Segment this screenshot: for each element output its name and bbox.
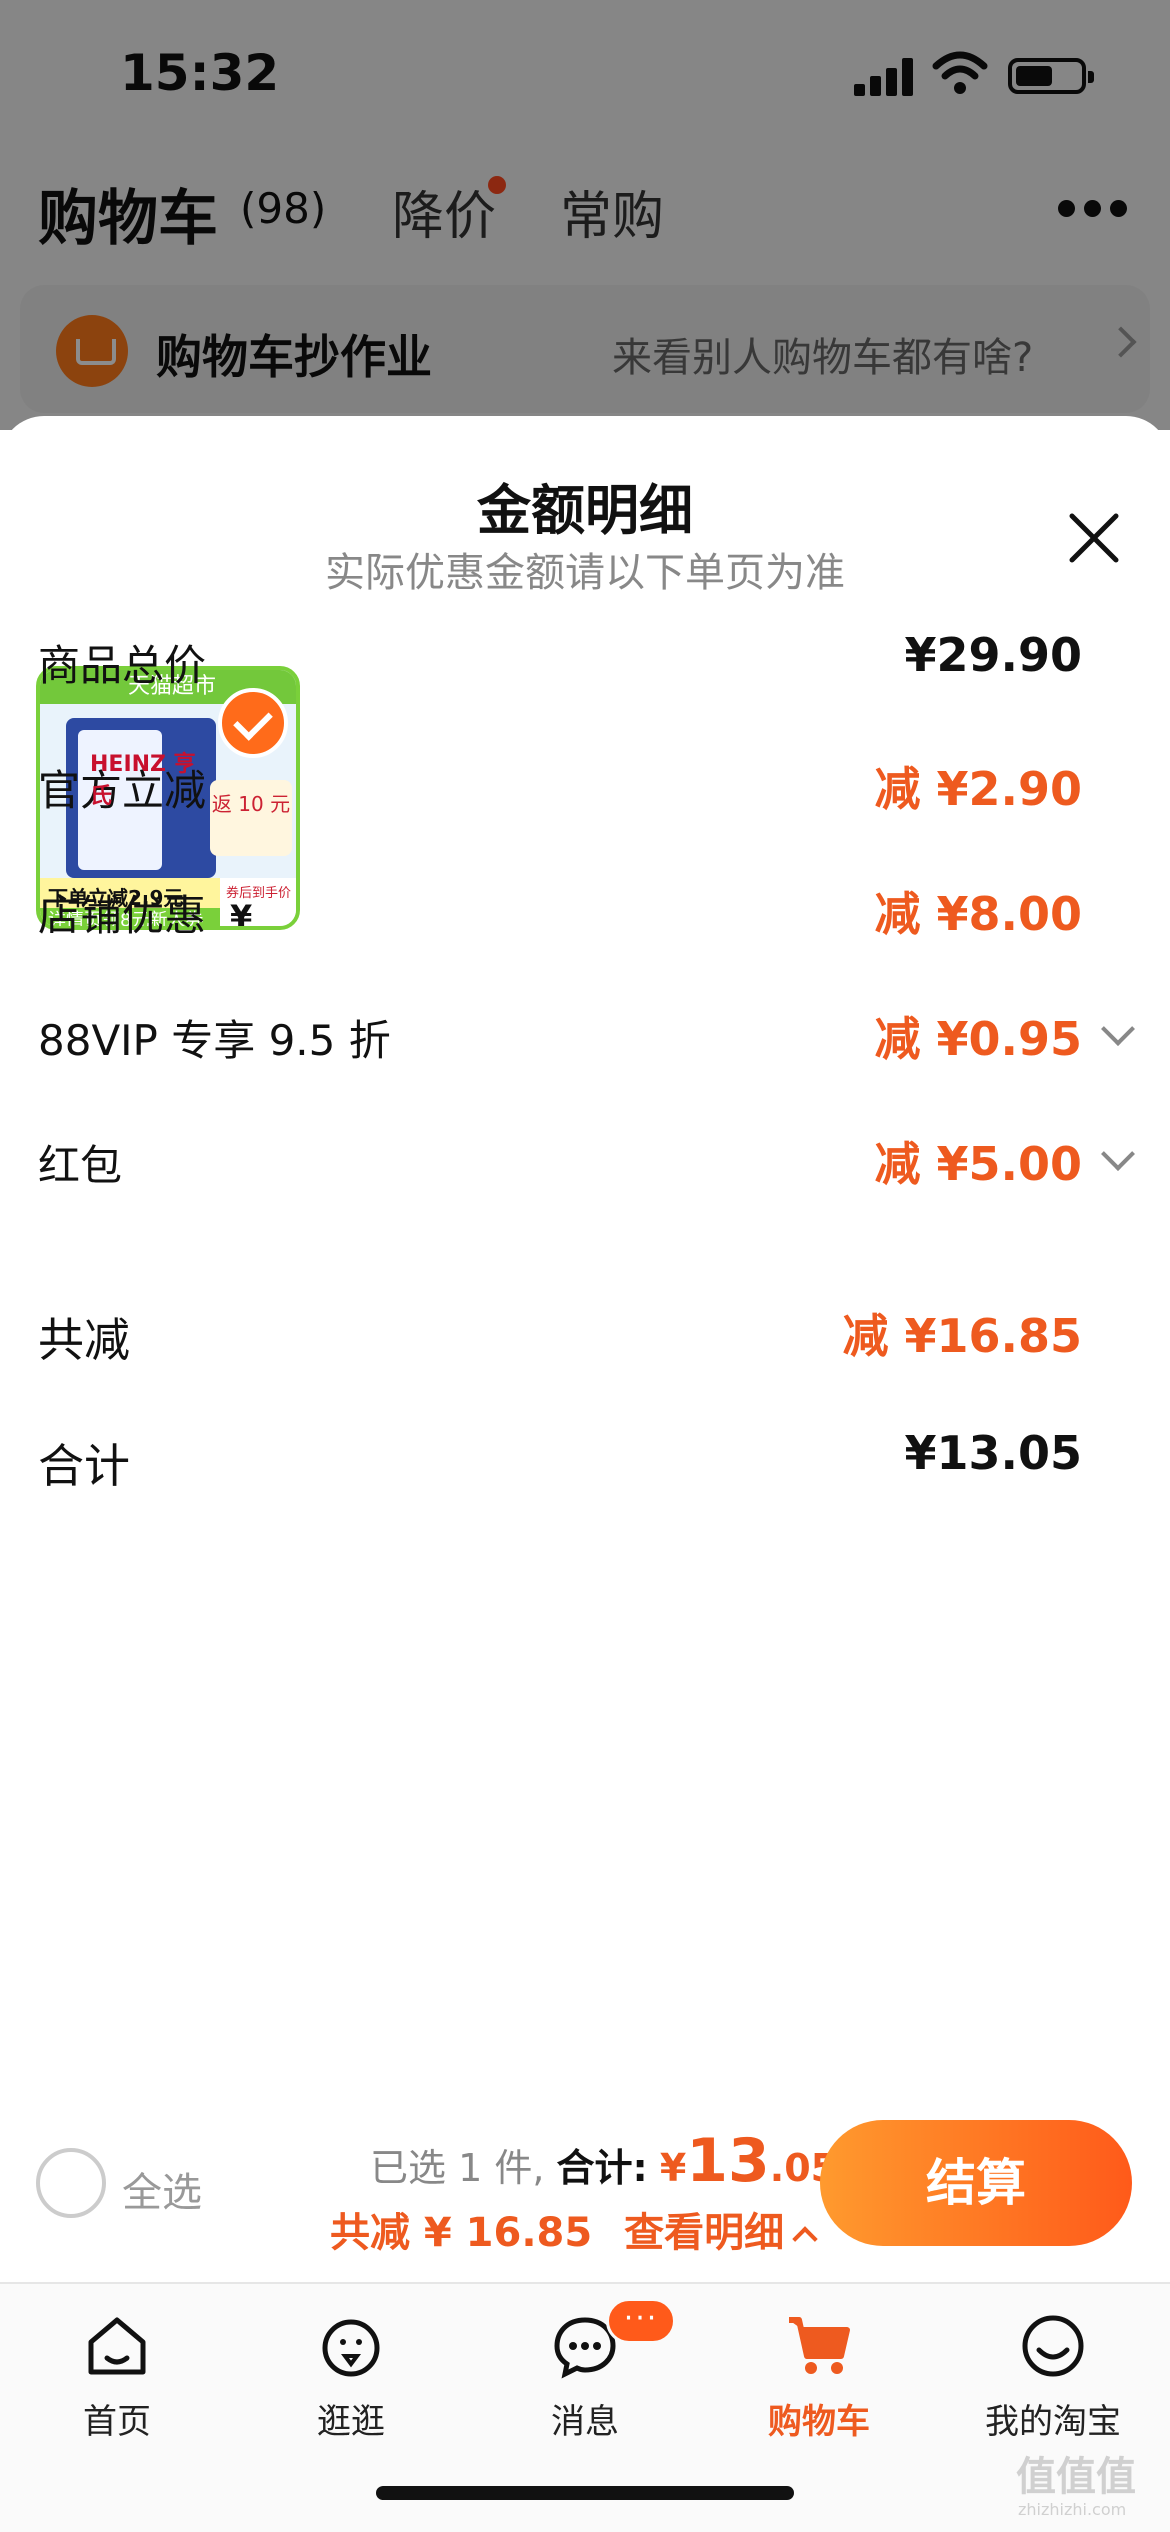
fee-value: ¥13.05 <box>904 1426 1082 1480</box>
watermark: 值值值 zhizhizhi.com <box>1016 2444 1166 2524</box>
sheet-title: 金额明细 <box>477 479 693 542</box>
chevron-up-icon <box>792 2226 818 2252</box>
tab-home-label: 首页 <box>83 2402 151 2442</box>
tab-cart[interactable]: 购物车 <box>702 2298 936 2458</box>
savings-summary[interactable]: 共减 ¥ 16.85 查看明细 <box>330 2200 818 2258</box>
watermark-text: zhizhizhi.com <box>1018 2500 1127 2519</box>
modal-backdrop[interactable] <box>0 0 1170 430</box>
view-detail-link[interactable]: 查看明细 <box>624 2210 784 2256</box>
tab-my-taobao[interactable]: 我的淘宝 <box>936 2298 1170 2458</box>
fee-label: 商品总价 <box>38 641 207 690</box>
home-indicator <box>376 2486 794 2500</box>
fee-value: 减 ¥16.85 <box>842 1309 1082 1363</box>
fee-value: 减 ¥8.00 <box>874 887 1082 941</box>
tab-messages-label: 消息 <box>551 2402 619 2442</box>
profile-icon <box>1022 2315 1084 2377</box>
total-integer: 13 <box>686 2126 770 2196</box>
fee-label: 红包 <box>38 1141 123 1190</box>
savings-text: 共减 ¥ 16.85 <box>330 2210 593 2256</box>
fee-value: 减 ¥0.95 <box>874 1012 1082 1066</box>
fee-value: 减 ¥2.90 <box>874 762 1082 816</box>
browse-icon <box>322 2319 380 2377</box>
fee-row: 共减 减 ¥16.85 <box>38 1292 1138 1372</box>
fee-value: 减 ¥5.00 <box>874 1137 1082 1191</box>
fee-row: 商品总价 ¥29.90 <box>38 620 1138 700</box>
fee-row: 店铺优惠 减 ¥8.00 <box>38 870 1138 950</box>
fee-label: 合计 <box>38 1439 130 1493</box>
fee-row[interactable]: 红包 减 ¥5.00 <box>38 1120 1138 1200</box>
tab-my-taobao-label: 我的淘宝 <box>985 2402 1121 2442</box>
fee-label: 共减 <box>38 1313 130 1367</box>
selected-count-text: 已选 1 件, <box>370 2146 545 2190</box>
cart-icon <box>789 2317 850 2374</box>
fee-value: ¥29.90 <box>904 628 1082 682</box>
watermark-glyph: 值值值 <box>1016 2454 1136 2500</box>
total-label: 合计: <box>556 2146 648 2190</box>
tab-browse-label: 逛逛 <box>317 2402 385 2442</box>
total-currency: ¥ <box>659 2146 687 2190</box>
fee-label: 店铺优惠 <box>38 891 207 940</box>
select-all-label[interactable]: 全选 <box>122 2160 202 2218</box>
fee-row[interactable]: 88VIP 专享 9.5 折 减 ¥0.95 <box>38 995 1138 1075</box>
tab-browse[interactable]: 逛逛 <box>234 2298 468 2458</box>
fee-row: 合计 ¥13.05 <box>38 1418 1138 1498</box>
message-badge: ··· <box>606 2298 676 2344</box>
select-all-radio[interactable] <box>36 2148 106 2218</box>
tab-home[interactable]: 首页 <box>0 2298 234 2458</box>
home-icon <box>88 2317 146 2375</box>
tab-cart-label: 购物车 <box>768 2402 870 2442</box>
fee-label: 88VIP 专享 9.5 折 <box>38 1016 391 1065</box>
selection-summary: 已选 1 件, 合计: ¥13.05 <box>370 2126 837 2196</box>
checkout-button[interactable]: 结算 <box>820 2120 1132 2246</box>
chevron-down-icon[interactable] <box>1101 1012 1135 1046</box>
chevron-down-icon[interactable] <box>1101 1137 1135 1171</box>
amount-detail-sheet: 金额明细 实际优惠金额请以下单页为准 天猫超市 HEINZ 亨氏 返 10 元 … <box>0 416 1170 2282</box>
close-icon[interactable] <box>1064 508 1124 568</box>
checkout-bar: 全选 已选 1 件, 合计: ¥13.05 共减 ¥ 16.85 查看明细 结算 <box>0 2090 1170 2280</box>
brand-logo: HEINZ 亨氏 <box>90 752 196 809</box>
sheet-subtitle: 实际优惠金额请以下单页为准 <box>325 550 845 596</box>
